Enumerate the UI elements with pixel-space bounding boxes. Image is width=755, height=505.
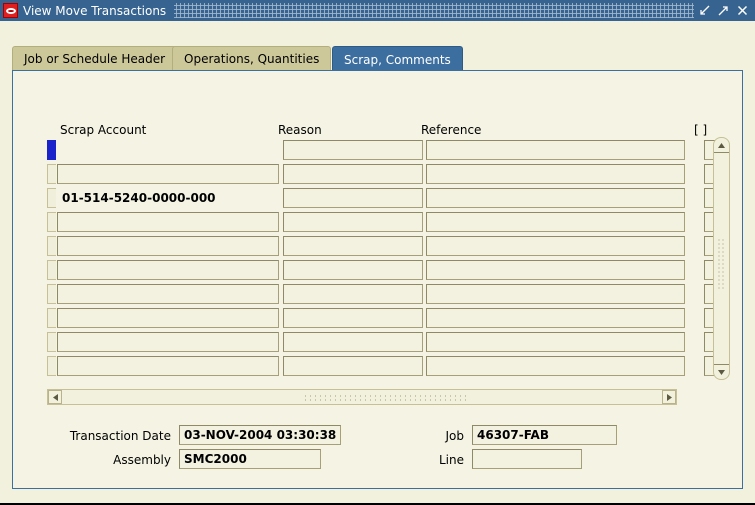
cell-reference[interactable]: [426, 188, 685, 208]
table-row[interactable]: [47, 259, 727, 281]
cell-reason[interactable]: [283, 356, 423, 376]
record-indicator[interactable]: [47, 284, 56, 304]
table-row[interactable]: [47, 235, 727, 257]
tab-scrap-comments[interactable]: Scrap, Comments: [332, 46, 463, 72]
line-label: Line: [438, 453, 464, 467]
window-title: View Move Transactions: [23, 3, 167, 18]
table-row[interactable]: [47, 355, 727, 377]
tab-label: Scrap, Comments: [344, 53, 451, 67]
cell-reference[interactable]: [426, 284, 685, 304]
record-indicator[interactable]: [47, 188, 56, 208]
column-header-reference: Reference: [421, 123, 482, 137]
cell-scrap-account[interactable]: [57, 236, 279, 256]
cell-reason[interactable]: [283, 212, 423, 232]
record-indicator[interactable]: [47, 356, 56, 376]
title-bar: View Move Transactions: [0, 0, 755, 21]
cell-scrap-account[interactable]: [57, 308, 279, 328]
window-controls: [698, 4, 749, 17]
column-header-reason: Reason: [278, 123, 322, 137]
table-row[interactable]: [47, 211, 727, 233]
cell-reason[interactable]: [283, 140, 423, 160]
cell-reason[interactable]: [283, 284, 423, 304]
scroll-right-arrow-icon[interactable]: [662, 390, 676, 404]
table-row[interactable]: [47, 331, 727, 353]
column-header-flag: [ ]: [694, 123, 708, 137]
tab-label: Job or Schedule Header: [24, 52, 166, 66]
cell-reason[interactable]: [283, 164, 423, 184]
grid-rows: 01-514-5240-0000-000: [47, 139, 727, 382]
cell-scrap-account[interactable]: [57, 212, 279, 232]
record-indicator[interactable]: [47, 260, 56, 280]
record-indicator[interactable]: [47, 212, 56, 232]
transaction-date-field[interactable]: 03-NOV-2004 03:30:38: [179, 425, 341, 445]
record-indicator[interactable]: [47, 332, 56, 352]
scroll-down-arrow-icon[interactable]: [714, 364, 729, 379]
application-window: View Move Transactions Job or Schedule H…: [0, 0, 755, 505]
maximize-icon[interactable]: [717, 4, 730, 17]
cell-scrap-account[interactable]: [57, 164, 279, 184]
cell-scrap-account[interactable]: [57, 260, 279, 280]
record-indicator[interactable]: [47, 308, 56, 328]
cell-reference[interactable]: [426, 140, 685, 160]
record-indicator[interactable]: [47, 164, 56, 184]
cell-scrap-account[interactable]: 01-514-5240-0000-000: [57, 188, 279, 208]
record-indicator[interactable]: [47, 140, 56, 160]
assembly-field[interactable]: SMC2000: [179, 449, 321, 469]
cell-reference[interactable]: [426, 212, 685, 232]
tab-operations-quantities[interactable]: Operations, Quantities: [172, 46, 332, 71]
close-icon[interactable]: [736, 4, 749, 17]
scroll-left-arrow-icon[interactable]: [48, 390, 62, 404]
cell-scrap-account[interactable]: [57, 140, 279, 160]
cell-reason[interactable]: [283, 308, 423, 328]
table-row[interactable]: 01-514-5240-0000-000: [47, 187, 727, 209]
cell-reference[interactable]: [426, 164, 685, 184]
cell-reference[interactable]: [426, 260, 685, 280]
table-row[interactable]: [47, 163, 727, 185]
assembly-label: Assembly: [113, 453, 171, 467]
horizontal-scrollbar[interactable]: [47, 389, 677, 405]
cell-reason[interactable]: [283, 260, 423, 280]
form-canvas: Scrap Account Reason Reference [ ] 01-51…: [12, 70, 743, 489]
oracle-logo-icon: [3, 3, 18, 18]
cell-scrap-account[interactable]: [57, 284, 279, 304]
tab-label: Operations, Quantities: [184, 52, 320, 66]
minimize-icon[interactable]: [698, 4, 711, 17]
cell-reason[interactable]: [283, 236, 423, 256]
cell-reference[interactable]: [426, 308, 685, 328]
cell-reference[interactable]: [426, 236, 685, 256]
title-bar-hatch-fill: [174, 3, 694, 18]
transaction-date-label: Transaction Date: [69, 429, 171, 443]
horizontal-scrollbar-thumb[interactable]: [303, 394, 468, 401]
cell-scrap-account[interactable]: [57, 332, 279, 352]
table-row[interactable]: [47, 139, 727, 161]
cell-scrap-account[interactable]: [57, 356, 279, 376]
job-field[interactable]: 46307-FAB: [472, 425, 617, 445]
tab-job-or-schedule-header[interactable]: Job or Schedule Header: [12, 46, 178, 71]
table-row[interactable]: [47, 283, 727, 305]
vertical-scrollbar[interactable]: [713, 137, 730, 380]
cell-reference[interactable]: [426, 356, 685, 376]
cell-reason[interactable]: [283, 188, 423, 208]
job-label: Job: [445, 429, 465, 443]
record-indicator[interactable]: [47, 236, 56, 256]
cell-reference[interactable]: [426, 332, 685, 352]
scroll-up-arrow-icon[interactable]: [714, 138, 729, 153]
tab-strip: Job or Schedule Header Operations, Quant…: [12, 46, 743, 72]
grid-column-headers: Scrap Account Reason Reference [ ]: [47, 123, 727, 139]
vertical-scrollbar-thumb[interactable]: [717, 238, 726, 290]
column-header-scrap-account: Scrap Account: [60, 123, 147, 137]
line-field[interactable]: [472, 449, 582, 469]
table-row[interactable]: [47, 307, 727, 329]
cell-reason[interactable]: [283, 332, 423, 352]
